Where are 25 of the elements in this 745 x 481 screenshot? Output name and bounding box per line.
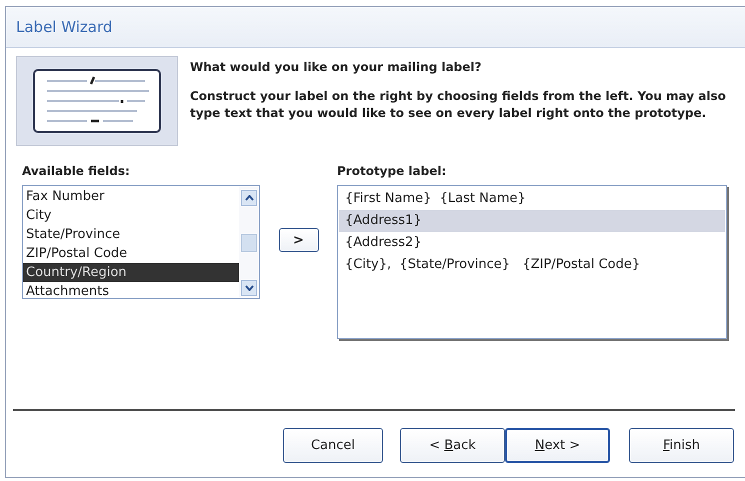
- list-item[interactable]: State/Province: [23, 225, 239, 244]
- list-item[interactable]: City: [23, 206, 239, 225]
- list-item[interactable]: Country/Region: [23, 263, 239, 282]
- list-item[interactable]: Attachments: [23, 282, 239, 298]
- question-text: What would you like on your mailing label?: [190, 60, 482, 74]
- add-field-button[interactable]: >: [278, 228, 318, 252]
- list-item[interactable]: ZIP/Postal Code: [23, 244, 239, 263]
- prototype-line[interactable]: {First Name} {Last Name}: [339, 188, 725, 210]
- scrollbar[interactable]: [239, 186, 259, 298]
- dialog-button[interactable]: Finish: [629, 428, 734, 463]
- field-label: Prototype label:: [337, 164, 448, 178]
- dialog-button[interactable]: Cancel: [283, 428, 383, 463]
- fields-listbox[interactable]: Fax Number City State/Province ZIP/Postal Code Country/Region Attachments: [22, 185, 260, 299]
- field-label: Available fields:: [22, 164, 131, 178]
- prototype-field[interactable]: {First Name} {Last Name} {Address1} {Address2} {City}, {State/Province} {ZIP/Postal Code}: [337, 185, 727, 339]
- scroll-down-icon[interactable]: [241, 280, 257, 296]
- dialog-button[interactable]: Next >: [505, 428, 610, 463]
- prototype-line[interactable]: {Address2}: [339, 232, 725, 254]
- dialog-button[interactable]: < Back: [400, 428, 505, 463]
- list-item[interactable]: Fax Number: [23, 187, 239, 206]
- scroll-thumb[interactable]: [241, 234, 257, 252]
- prototype-line[interactable]: {City}, {State/Province} {ZIP/Postal Code}: [339, 254, 725, 276]
- window-title: Label Wizard: [16, 18, 112, 36]
- scroll-up-icon[interactable]: [241, 190, 257, 206]
- instruction-text: Construct your label on the right by choosing fields from the left. You may also type text that you would like to see on every label right onto the prototype.: [190, 88, 727, 122]
